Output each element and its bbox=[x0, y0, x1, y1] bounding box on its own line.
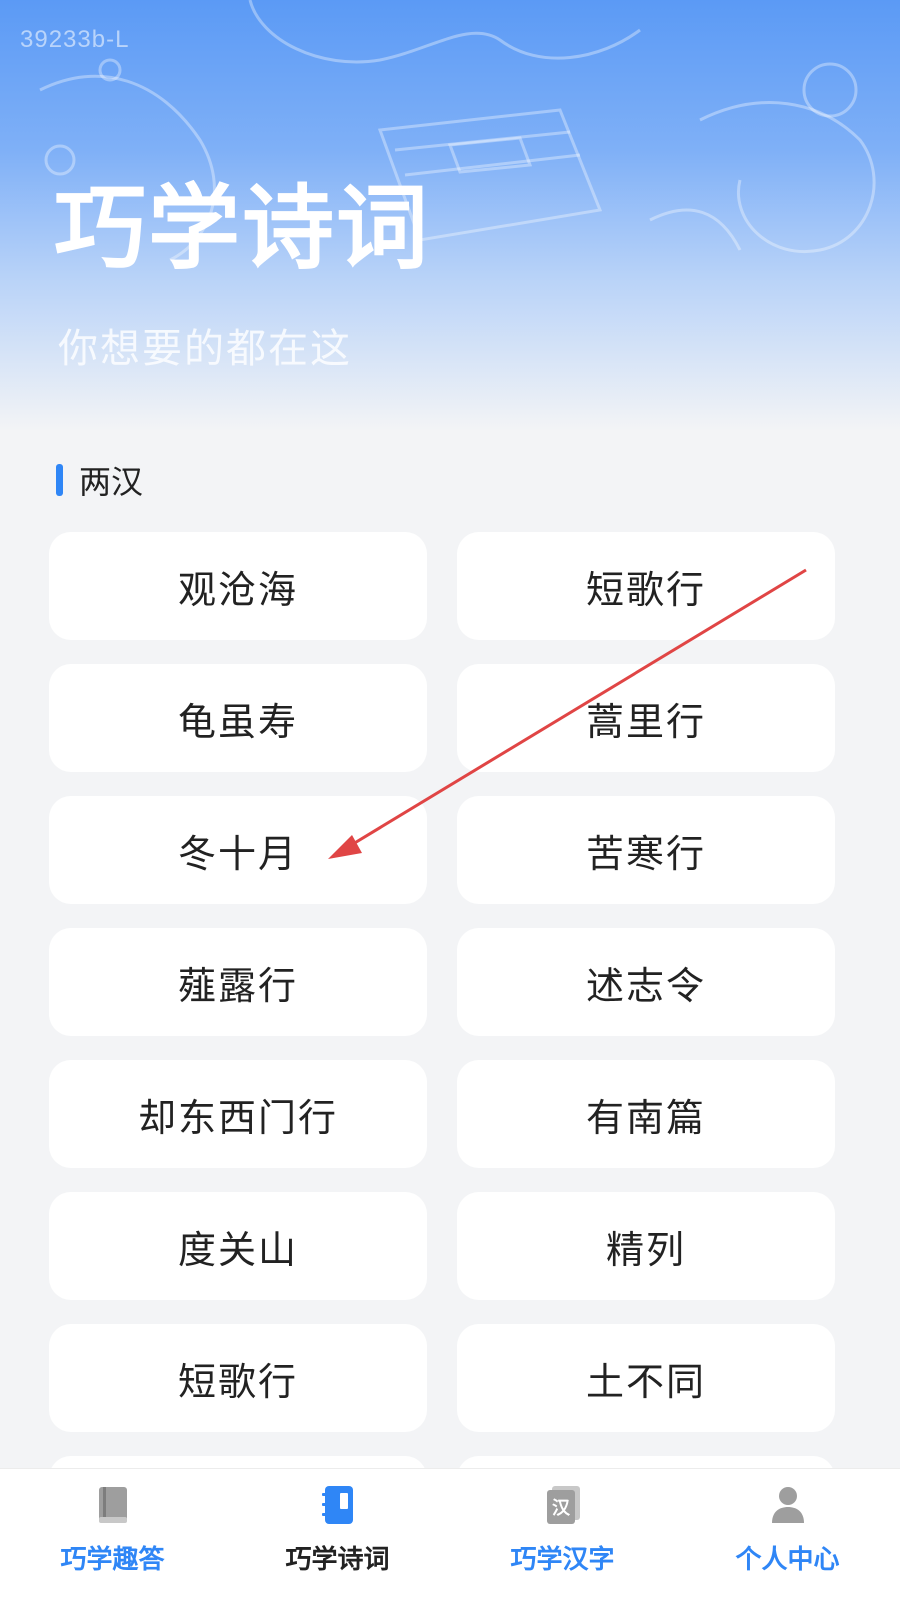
poem-card[interactable]: 蒿里行 bbox=[457, 664, 835, 772]
tab-qiaoxue-quda[interactable]: 巧学趣答 bbox=[0, 1469, 225, 1600]
poem-card[interactable]: 苦寒行 bbox=[457, 796, 835, 904]
page-subtitle: 你想要的都在这 bbox=[58, 326, 352, 372]
poem-card[interactable]: 冬十月 bbox=[49, 796, 427, 904]
tab-label: 个人中心 bbox=[735, 1545, 840, 1575]
section-accent-bar bbox=[56, 464, 63, 496]
tab-label: 巧学汉字 bbox=[510, 1545, 615, 1575]
watermark-text: 39233b-L bbox=[20, 26, 130, 53]
han-icon-glyph: 汉 bbox=[552, 1498, 571, 1519]
poem-card[interactable]: 龟虽寿 bbox=[49, 664, 427, 772]
tab-label: 巧学诗词 bbox=[285, 1545, 390, 1575]
poem-card[interactable]: 短歌行 bbox=[457, 532, 835, 640]
section-title: 两汉 bbox=[79, 463, 144, 501]
hero-banner: 39233b-L 巧学诗词 你想要的都在这 bbox=[0, 0, 900, 430]
poem-grid: 观沧海 短歌行 龟虽寿 蒿里行 冬十月 苦寒行 薤露行 述志令 却东西门行 有南… bbox=[49, 532, 835, 1516]
poem-card[interactable]: 土不同 bbox=[457, 1324, 835, 1432]
tab-qiaoxue-shici[interactable]: 巧学诗词 bbox=[225, 1469, 450, 1600]
poem-card[interactable]: 短歌行 bbox=[49, 1324, 427, 1432]
notebook-icon bbox=[310, 1477, 366, 1533]
poem-card[interactable]: 精列 bbox=[457, 1192, 835, 1300]
bottom-tab-bar: 巧学趣答 巧学诗词 汉 巧学汉字 个人中心 bbox=[0, 1468, 900, 1600]
poem-card[interactable]: 述志令 bbox=[457, 928, 835, 1036]
tab-qiaoxue-hanzi[interactable]: 汉 巧学汉字 bbox=[450, 1469, 675, 1600]
section-header: 两汉 bbox=[56, 460, 144, 501]
poem-card[interactable]: 度关山 bbox=[49, 1192, 427, 1300]
poem-card[interactable]: 却东西门行 bbox=[49, 1060, 427, 1168]
tab-label: 巧学趣答 bbox=[60, 1545, 165, 1575]
tab-personal-center[interactable]: 个人中心 bbox=[675, 1469, 900, 1600]
page-title: 巧学诗词 bbox=[54, 175, 431, 282]
poem-card[interactable]: 有南篇 bbox=[457, 1060, 835, 1168]
user-icon bbox=[760, 1477, 816, 1533]
poem-card[interactable]: 观沧海 bbox=[49, 532, 427, 640]
book-icon bbox=[85, 1477, 141, 1533]
poem-card[interactable]: 薤露行 bbox=[49, 928, 427, 1036]
han-character-icon: 汉 bbox=[535, 1477, 591, 1533]
